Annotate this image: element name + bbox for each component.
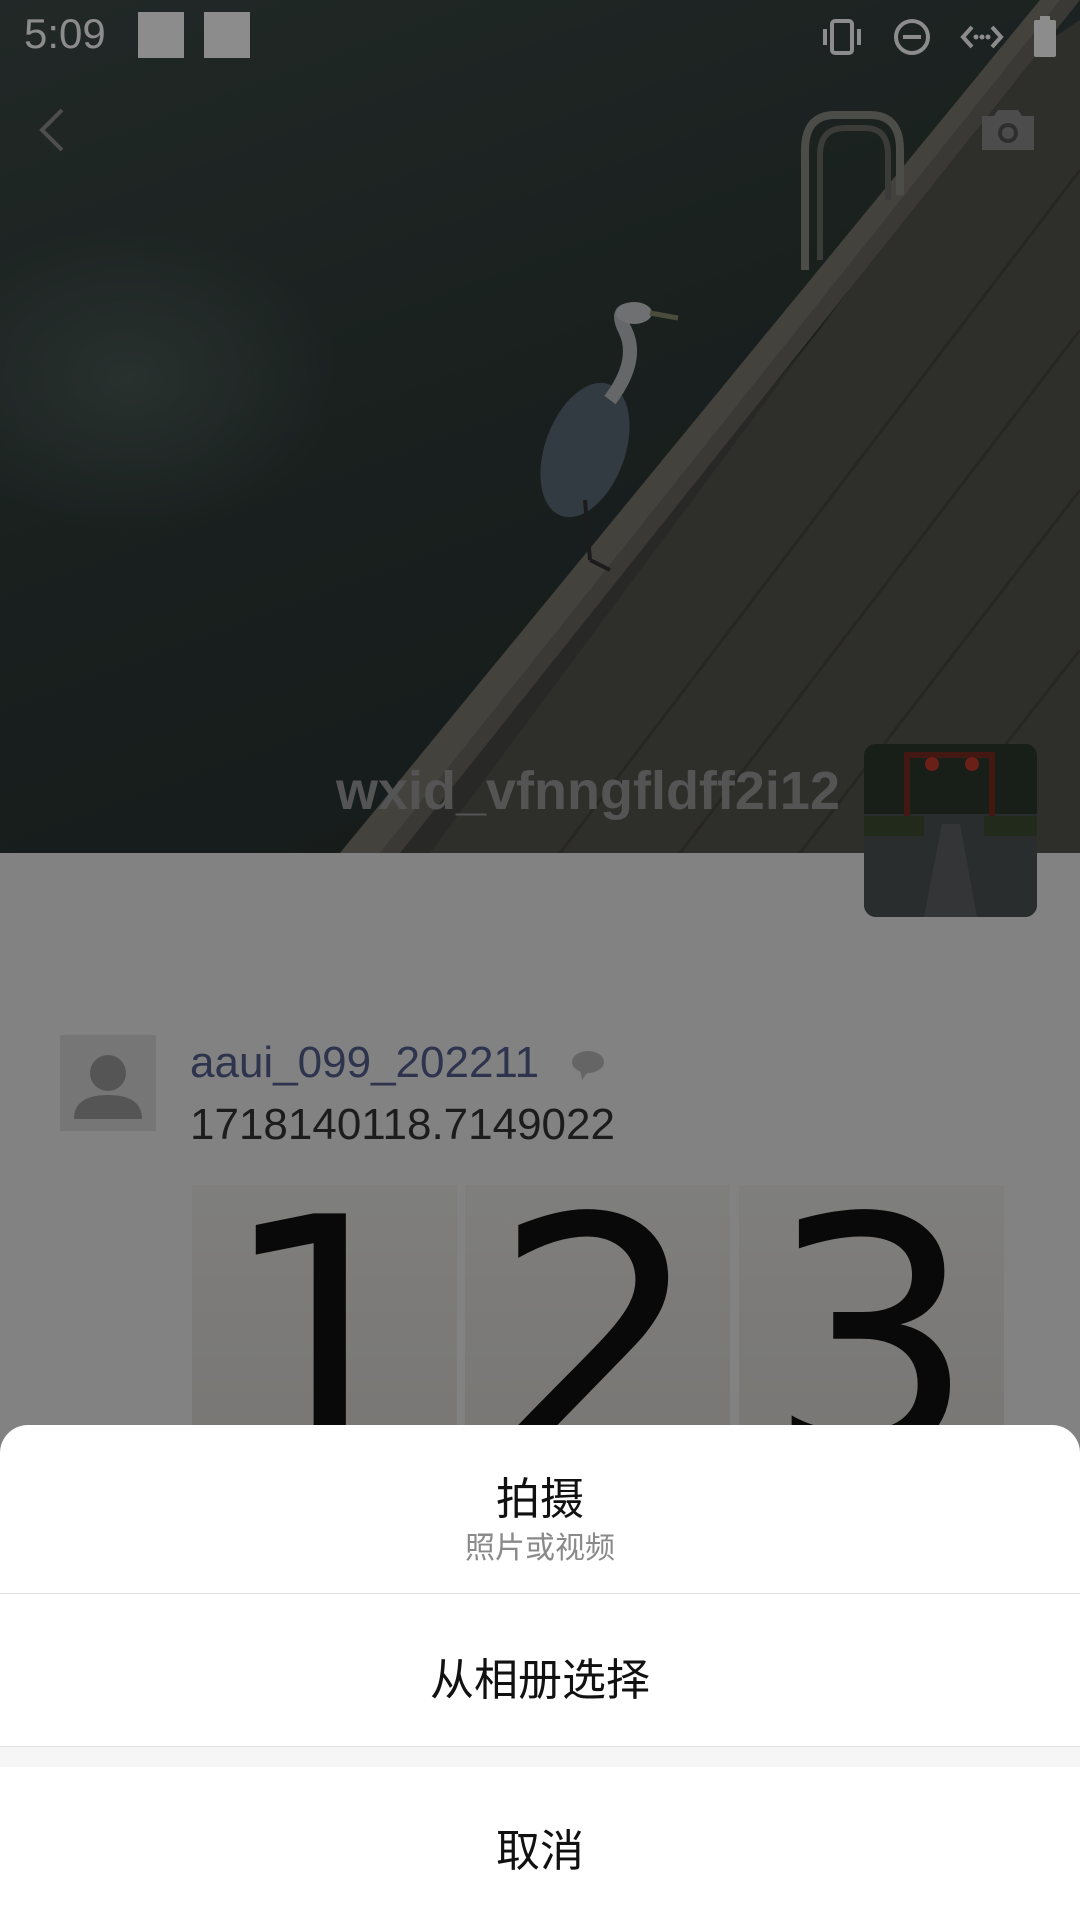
- capture-option-subtitle: 照片或视频: [465, 1531, 615, 1566]
- choose-from-album-option[interactable]: 从相册选择: [0, 1594, 1080, 1746]
- capture-option[interactable]: 拍摄 照片或视频: [0, 1425, 1080, 1593]
- choose-from-album-label: 从相册选择: [430, 1655, 650, 1706]
- cancel-label: 取消: [496, 1826, 584, 1877]
- capture-option-title: 拍摄: [496, 1474, 584, 1525]
- sheet-separator: [0, 1747, 1080, 1767]
- cancel-button[interactable]: 取消: [0, 1767, 1080, 1920]
- action-sheet: 拍摄 照片或视频 从相册选择 取消: [0, 1425, 1080, 1920]
